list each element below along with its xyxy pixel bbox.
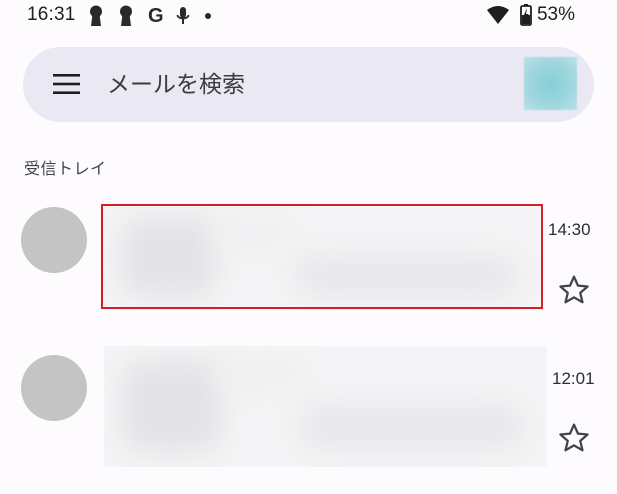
status-bar: 16:31 G 53% (0, 0, 617, 32)
inbox-section-label: 受信トレイ (24, 159, 107, 178)
battery-percentage: 53% (536, 4, 575, 25)
keyhole-icon (118, 5, 134, 27)
sender-avatar[interactable] (21, 207, 87, 273)
google-icon: G (148, 4, 164, 27)
search-input[interactable] (107, 69, 507, 101)
keyhole-icon (88, 5, 104, 27)
search-bar[interactable] (23, 47, 594, 122)
email-list-item[interactable]: 14:30 (0, 198, 617, 323)
account-avatar[interactable] (524, 57, 577, 110)
sender-avatar[interactable] (21, 355, 87, 421)
notification-icons: G (88, 5, 226, 27)
system-icons: 53% (486, 4, 575, 26)
email-time: 14:30 (548, 220, 591, 239)
dot-icon (204, 12, 212, 20)
email-preview-blurred[interactable] (103, 207, 543, 310)
battery-charging-icon (520, 4, 532, 26)
wifi-icon (486, 5, 510, 25)
hamburger-menu-icon[interactable] (53, 74, 81, 94)
email-preview-blurred[interactable] (104, 346, 547, 467)
mic-icon (176, 6, 190, 26)
status-time: 16:31 (27, 4, 76, 25)
email-list-item[interactable]: 12:01 (0, 344, 617, 469)
star-icon[interactable] (557, 273, 591, 307)
star-icon[interactable] (557, 421, 591, 455)
email-time: 12:01 (552, 369, 595, 388)
